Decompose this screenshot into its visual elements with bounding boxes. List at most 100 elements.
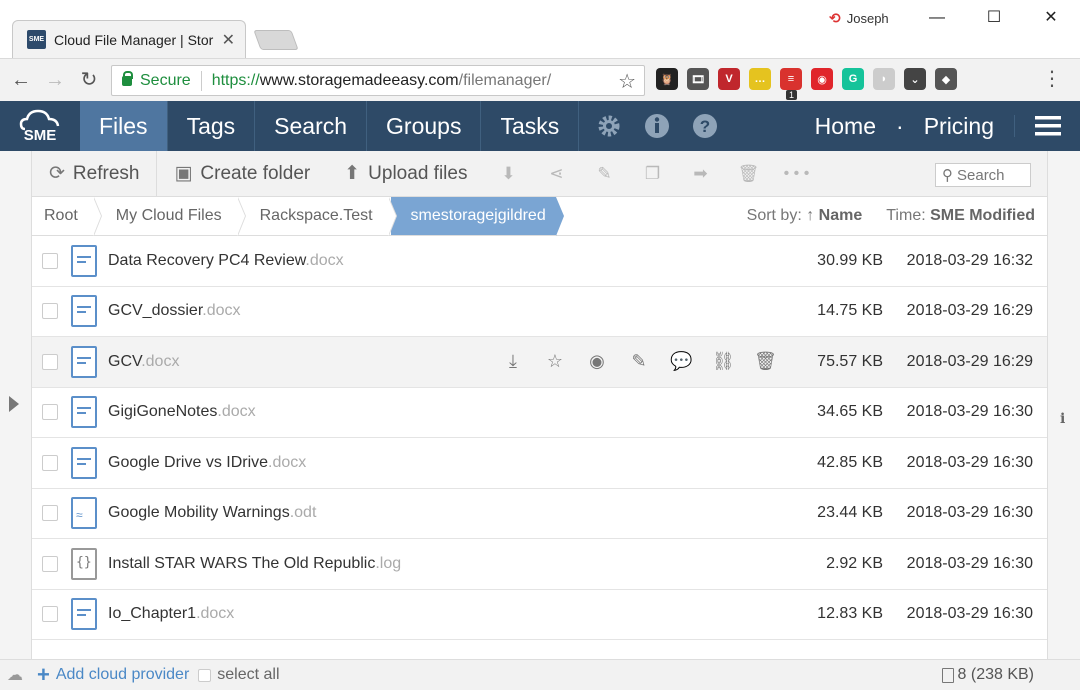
time-control[interactable]: Time: SME Modified (886, 207, 1035, 225)
minimize-icon[interactable]: — (922, 6, 952, 30)
file-name[interactable]: Io_Chapter1.docx (108, 605, 234, 623)
document-file-icon (71, 295, 97, 328)
select-all-checkbox[interactable] (198, 668, 212, 682)
copy-icon[interactable]: ❐ (628, 164, 676, 184)
breadcrumb-root[interactable]: Root (32, 197, 102, 236)
info-icon[interactable] (633, 101, 681, 151)
search-input[interactable]: ⚲ Search (935, 163, 1031, 187)
plus-icon: + (37, 662, 50, 687)
sme-logo[interactable]: SME (0, 101, 80, 151)
time-label: Time: (886, 207, 926, 224)
flag-icon[interactable]: ◗ (873, 68, 895, 90)
table-row[interactable]: ≈ Google Mobility Warnings.odt 23.44 KB … (32, 489, 1047, 539)
tab-close-icon[interactable]: ✕ (222, 30, 235, 50)
gear-icon[interactable] (585, 101, 633, 151)
film-icon[interactable]: 🎞 (687, 68, 709, 90)
delete-trash-icon[interactable]: 🗑 (724, 164, 772, 184)
more-dots-icon[interactable]: • • • (772, 165, 820, 183)
browser-menu-icon[interactable]: ⋮ (1042, 68, 1062, 90)
table-row[interactable]: Google Drive vs IDrive.docx 42.85 KB 201… (32, 438, 1047, 489)
edit-pencil-icon[interactable]: ✎ (580, 164, 628, 184)
back-arrow-icon[interactable]: ← (8, 67, 34, 93)
preview-eye-icon[interactable]: ◉ (586, 351, 608, 372)
table-row[interactable]: GCV.docx ⤓ ☆ ◉ ✎ 💬 ⛓ 🗑 75.57 KB 2018-03-… (32, 337, 1047, 388)
svg-text:SME: SME (24, 127, 57, 144)
favorite-star-icon[interactable]: ☆ (544, 351, 566, 372)
breadcrumb-rackspace[interactable]: Rackspace.Test (240, 197, 397, 236)
share-icon[interactable]: ⋖ (532, 164, 580, 184)
row-checkbox[interactable] (42, 555, 58, 572)
reload-icon[interactable]: ↻ (76, 67, 102, 93)
table-row[interactable]: Io_Chapter1.docx 12.83 KB 2018-03-29 16:… (32, 590, 1047, 640)
file-name[interactable]: Google Mobility Warnings.odt (108, 504, 316, 522)
nav-tags[interactable]: Tags (168, 101, 256, 151)
table-row[interactable]: GCV_dossier.docx 14.75 KB 2018-03-29 16:… (32, 287, 1047, 337)
delete-trash-icon[interactable]: 🗑 (754, 351, 777, 372)
owl-icon[interactable]: 🦉 (656, 68, 678, 90)
row-checkbox[interactable] (42, 606, 58, 623)
move-arrow-icon[interactable]: ➡ (676, 164, 724, 184)
todo-icon[interactable]: ≡ (780, 68, 802, 90)
vivaldi-icon[interactable]: V (718, 68, 740, 90)
file-name[interactable]: Data Recovery PC4 Review.docx (108, 252, 344, 270)
refresh-button[interactable]: ⟳ Refresh (32, 151, 158, 196)
table-row[interactable]: Data Recovery PC4 Review.docx 30.99 KB 2… (32, 236, 1047, 287)
file-name[interactable]: GCV.docx (108, 353, 179, 371)
file-basename: Install STAR WARS The Old Republic (108, 554, 376, 572)
help-icon[interactable]: ? (681, 101, 729, 151)
pocket-icon[interactable]: ⌄ (904, 68, 926, 90)
expand-left-panel-icon[interactable] (9, 396, 19, 412)
sort-by-control[interactable]: Sort by: ↑ Name (747, 207, 863, 225)
row-checkbox[interactable] (42, 404, 58, 421)
file-name[interactable]: Google Drive vs IDrive.docx (108, 454, 306, 472)
nav-home[interactable]: Home (805, 113, 886, 140)
nav-tasks[interactable]: Tasks (481, 101, 580, 151)
sort-by-label: Sort by: ↑ (746, 207, 815, 224)
text-lines-glyph (77, 356, 91, 367)
upload-files-button[interactable]: ⬆ Upload files (327, 151, 484, 196)
file-name[interactable]: GigiGoneNotes.docx (108, 403, 256, 421)
url-bar[interactable]: Secure https:// www.storagemadeeasy.com … (111, 65, 645, 96)
add-cloud-provider-button[interactable]: + Add cloud provider (37, 662, 189, 687)
nav-search[interactable]: Search (255, 101, 368, 151)
puzzle-icon[interactable]: ◆ (935, 68, 957, 90)
details-info-icon[interactable]: i (1060, 411, 1065, 427)
edit-pencil-icon[interactable]: ✎ (628, 351, 650, 372)
select-all-control[interactable]: select all (198, 666, 280, 684)
new-tab-button[interactable] (253, 30, 299, 50)
download-icon[interactable]: ⬇ (484, 164, 532, 184)
link-icon[interactable]: ⛓ (712, 351, 735, 372)
code-brace-glyph: {} (76, 554, 92, 570)
hamburger-menu-icon[interactable] (1014, 115, 1080, 137)
row-checkbox[interactable] (42, 454, 58, 471)
browser-tabstrip: SME Cloud File Manager | Stor ✕ ⟲ Joseph… (0, 0, 1080, 58)
file-name[interactable]: Install STAR WARS The Old Republic.log (108, 555, 401, 573)
table-row[interactable]: GigiGoneNotes.docx 34.65 KB 2018-03-29 1… (32, 388, 1047, 438)
forward-arrow-icon[interactable]: → (42, 67, 68, 93)
bookmark-star-icon[interactable]: ☆ (618, 69, 636, 94)
breadcrumb-current-folder[interactable]: smestoragejgildred (390, 197, 564, 236)
comment-icon[interactable]: 💬 (670, 351, 692, 372)
table-row[interactable]: {} Install STAR WARS The Old Republic.lo… (32, 539, 1047, 590)
browser-tab[interactable]: SME Cloud File Manager | Stor ✕ (12, 20, 246, 58)
file-date: 2018-03-29 16:32 (906, 251, 1033, 269)
chat-icon[interactable]: … (749, 68, 771, 90)
maximize-icon[interactable]: ☐ (979, 6, 1009, 30)
download-icon[interactable]: ⤓ (502, 351, 524, 372)
ghost-icon[interactable]: ◉ (811, 68, 833, 90)
close-window-icon[interactable]: ✕ (1036, 6, 1066, 30)
breadcrumb-my-cloud-files[interactable]: My Cloud Files (96, 197, 246, 236)
row-checkbox[interactable] (42, 252, 58, 269)
nav-pricing[interactable]: Pricing (914, 113, 1004, 140)
nav-groups[interactable]: Groups (367, 101, 482, 151)
row-checkbox[interactable] (42, 505, 58, 522)
profile-button[interactable]: ⟲ Joseph (829, 10, 889, 27)
row-checkbox[interactable] (42, 303, 58, 320)
file-name[interactable]: GCV_dossier.docx (108, 302, 241, 320)
create-folder-button[interactable]: ▣ Create folder (157, 151, 327, 196)
nav-files[interactable]: Files (80, 101, 168, 151)
document-file-icon (71, 446, 97, 479)
lock-icon (122, 70, 133, 86)
grammarly-icon[interactable]: G (842, 68, 864, 90)
row-checkbox[interactable] (42, 353, 58, 370)
